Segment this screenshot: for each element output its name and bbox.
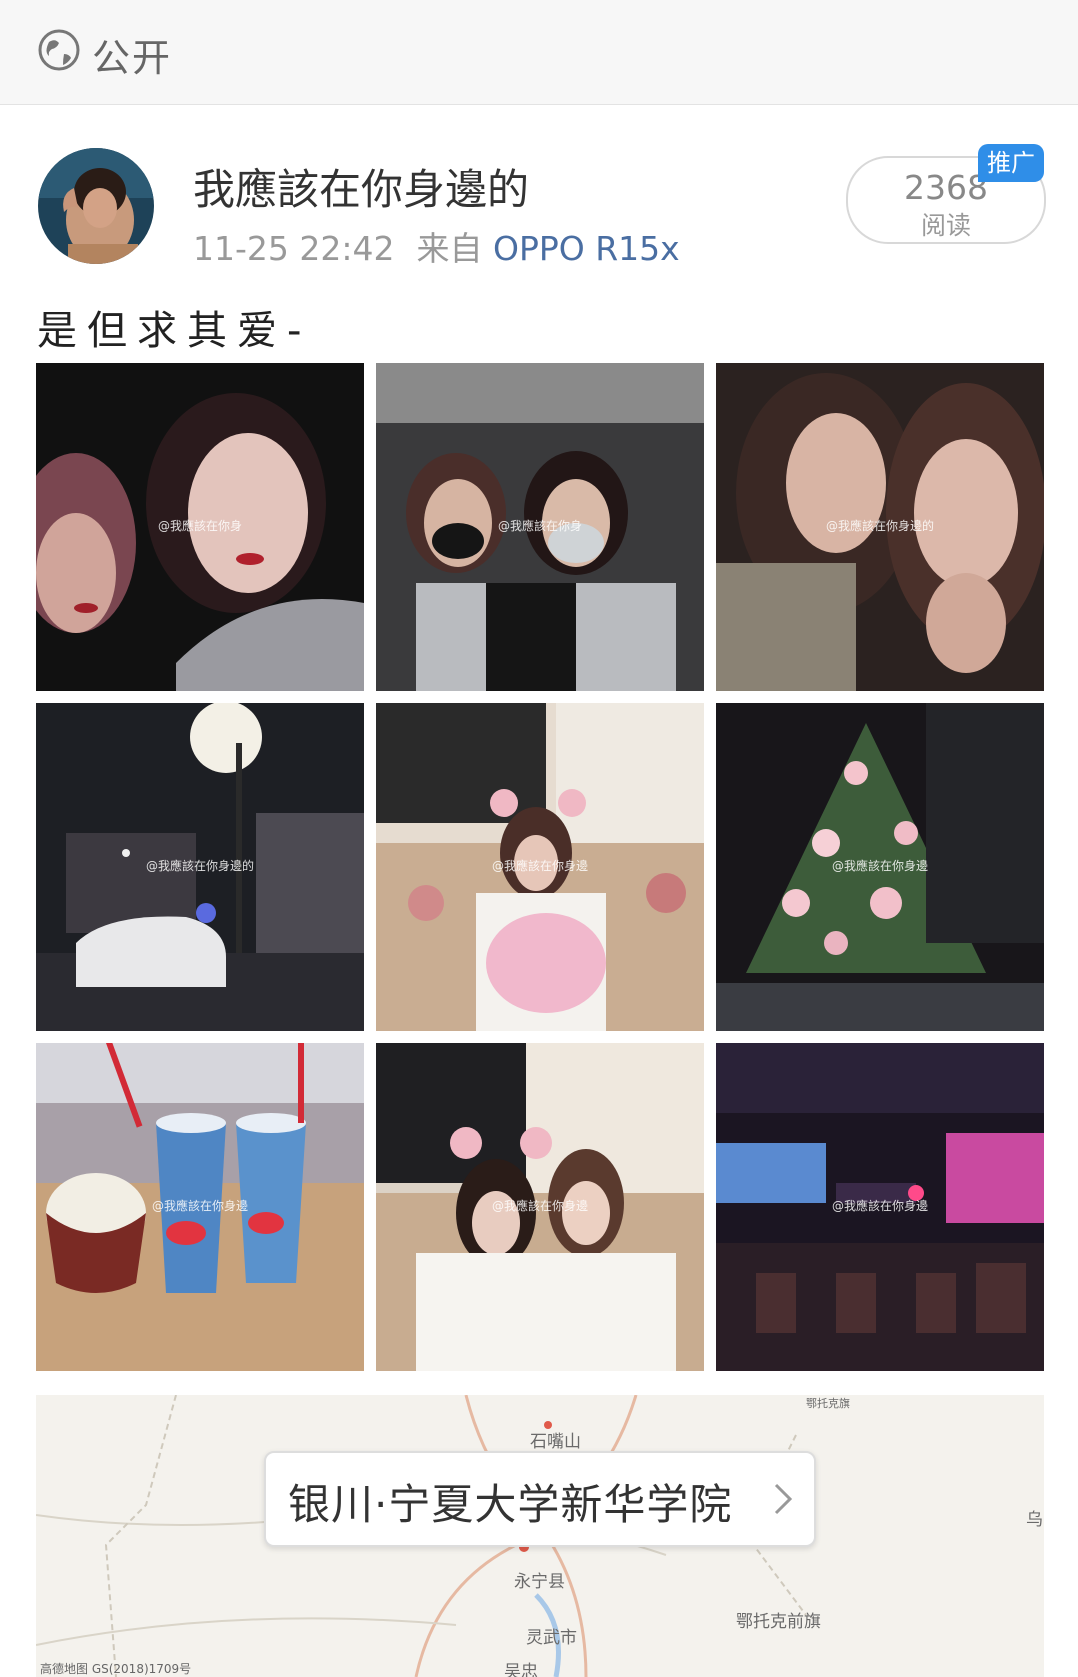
watermark: @我應該在你身邊	[831, 859, 928, 873]
watermark: @我應該在你身邊的	[825, 519, 934, 533]
map-label-wu: 乌	[1026, 1510, 1043, 1530]
photo-girl-cat-ears-pink-plush[interactable]: @我應該在你身邊	[376, 703, 704, 1031]
watermark: @我應該在你身	[497, 519, 582, 533]
watermark: @我應該在你身	[157, 519, 242, 533]
post-text: 是但求其爱-	[37, 308, 312, 354]
photo-rose-tree-night[interactable]: @我應該在你身邊	[716, 703, 1044, 1031]
chevron-right-icon	[774, 1483, 793, 1515]
watermark: @我應該在你身邊	[831, 1199, 928, 1213]
globe-icon	[38, 29, 80, 71]
map-label-yongning: 永宁县	[514, 1572, 565, 1592]
watermark: @我應該在你身邊	[491, 859, 588, 873]
timestamp: 11-25 22:42	[193, 229, 395, 268]
photo-peace-signs-masks[interactable]: @我應該在你身	[376, 363, 704, 691]
visibility-bar[interactable]: 公开	[0, 0, 1078, 105]
watermark: @我應該在你身邊	[491, 1199, 588, 1213]
map-label-etuokeqianqi: 鄂托克前旗	[736, 1612, 821, 1632]
map-label-shizuishan: 石嘴山	[530, 1432, 581, 1452]
photo-bar-interior-neon[interactable]: @我應該在你身邊	[716, 1043, 1044, 1371]
photo-selfie-two-girls-night[interactable]: @我應該在你身	[36, 363, 364, 691]
watermark: @我應該在你身邊的	[145, 859, 254, 873]
photo-rainy-street-night[interactable]: @我應該在你身邊的	[36, 703, 364, 1031]
visibility-label: 公开	[92, 36, 173, 80]
read-label: 阅读	[920, 211, 971, 240]
photo-two-girls-cat-ears[interactable]: @我應該在你身邊	[376, 1043, 704, 1371]
location-card[interactable]: 银川·宁夏大学新华学院	[264, 1451, 816, 1547]
location-name: 银川·宁夏大学新华学院	[288, 1480, 733, 1529]
map-copyright: 高德地图 GS(2018)1709号	[40, 1662, 192, 1676]
map-label-etuoke: 鄂托克旗	[806, 1397, 850, 1410]
source-prefix: 来自	[416, 229, 483, 268]
post-meta: 11-25 22:42 来自 OPPO R15x	[193, 222, 680, 270]
photo-grid: @我應該在你身 @我應該在你身 @我應該在你身邊的 @我應該在你身邊的 @我應該…	[36, 363, 1044, 1373]
avatar[interactable]	[38, 148, 154, 264]
map-label-lingwu: 灵武市	[526, 1628, 577, 1648]
photo-selfie-hand-on-face[interactable]: @我應該在你身邊的	[716, 363, 1044, 691]
device-link[interactable]: OPPO R15x	[493, 229, 680, 268]
photo-dq-cups-dessert[interactable]: @我應該在你身邊	[36, 1043, 364, 1371]
username[interactable]: 我應該在你身邊的	[193, 156, 529, 217]
map-label-wuzhong: 吴忠	[504, 1662, 538, 1677]
promo-badge[interactable]: 推广	[978, 144, 1044, 182]
watermark: @我應該在你身邊	[151, 1199, 248, 1213]
